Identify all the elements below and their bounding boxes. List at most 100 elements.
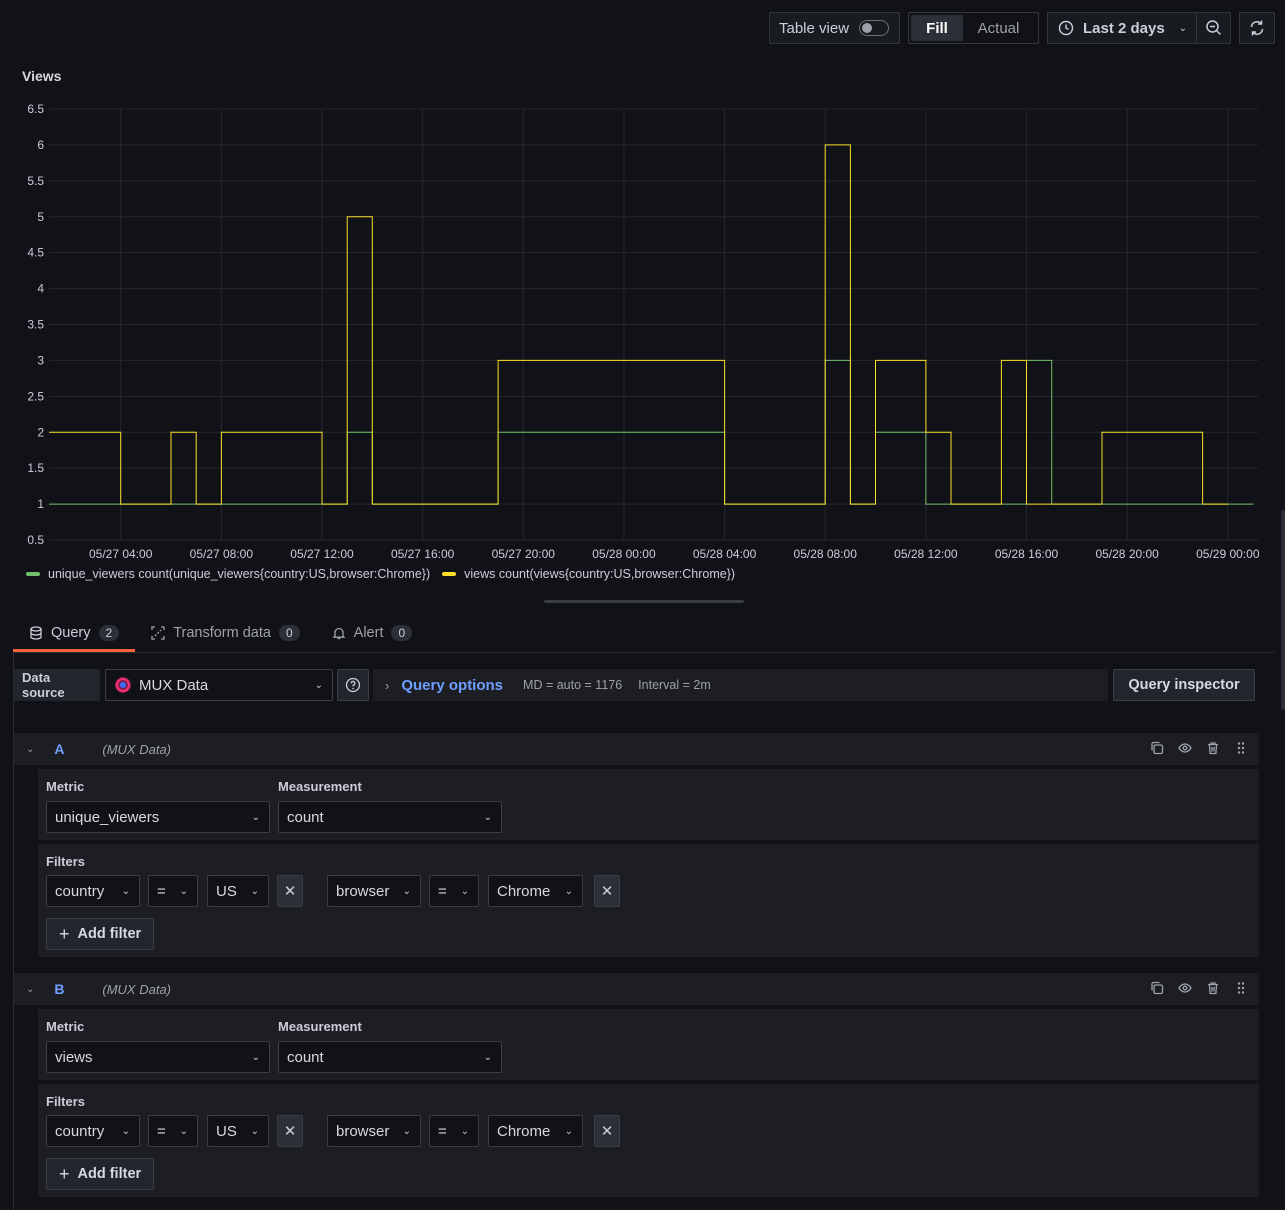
tab-count-badge: 2: [98, 624, 120, 641]
close-icon: ✕: [600, 883, 614, 900]
datasource-label: Data source: [14, 669, 100, 701]
datasource-help-button[interactable]: [337, 669, 369, 701]
editor-tabs: Query 2 Transform data 0 Alert 0: [13, 616, 428, 652]
x-tick-label: 05/27 20:00: [492, 547, 556, 560]
fill-option[interactable]: Fill: [911, 15, 963, 41]
chevron-down-icon: ⌄: [564, 1126, 573, 1137]
remove-filter-button[interactable]: ✕: [277, 1115, 303, 1147]
chart-legend: unique_viewers count(unique_viewers{coun…: [26, 567, 735, 581]
filter-operator-select[interactable]: = ⌄: [429, 1115, 479, 1147]
toggle-switch[interactable]: [859, 20, 890, 36]
eye-icon[interactable]: [1177, 980, 1193, 996]
filter-text: US: [216, 882, 237, 900]
time-range-picker[interactable]: Last 2 days ⌄: [1047, 12, 1197, 44]
filter-value-select[interactable]: Chrome ⌄: [488, 875, 583, 907]
measurement-value: count: [287, 1048, 324, 1066]
metric-value: unique_viewers: [55, 808, 160, 826]
query-row-header[interactable]: ⌄ A (MUX Data): [14, 733, 1259, 765]
remove-filter-button[interactable]: ✕: [594, 875, 620, 907]
filter-key-select[interactable]: browser ⌄: [327, 875, 421, 907]
tab-alert[interactable]: Alert 0: [316, 616, 429, 650]
metric-select[interactable]: unique_viewers ⌄: [46, 801, 270, 833]
collapse-chevron-icon[interactable]: ⌄: [26, 744, 34, 755]
drag-handle-icon[interactable]: [1233, 980, 1249, 996]
chevron-down-icon: ⌄: [402, 886, 411, 897]
legend-item-views[interactable]: views count(views{country:US,browser:Chr…: [442, 567, 735, 581]
fill-actual-switch: Fill Actual: [908, 12, 1039, 44]
remove-filter-button[interactable]: ✕: [277, 875, 303, 907]
y-tick-label: 5.5: [27, 174, 44, 188]
drag-handle-icon[interactable]: [1233, 740, 1249, 756]
query-options-label[interactable]: Query options: [401, 677, 503, 694]
tab-query[interactable]: Query 2: [13, 616, 136, 652]
add-filter-button[interactable]: + Add filter: [46, 1158, 155, 1190]
scrollbar[interactable]: [1281, 510, 1285, 710]
filter-operator-select[interactable]: = ⌄: [148, 1115, 198, 1147]
remove-filter-button[interactable]: ✕: [594, 1115, 620, 1147]
filter-text: US: [216, 1122, 237, 1140]
query-editor: Data source MUX Data ⌄ › Query options M…: [13, 653, 1275, 1210]
x-tick-label: 05/27 16:00: [391, 547, 455, 560]
max-data-points: MD = auto = 1176: [523, 678, 623, 692]
query-row-header[interactable]: ⌄ B (MUX Data): [14, 973, 1259, 1005]
datasource-row: Data source MUX Data ⌄ › Query options M…: [14, 668, 1276, 702]
legend-label: views count(views{country:US,browser:Chr…: [464, 567, 736, 581]
legend-item-unique-viewers[interactable]: unique_viewers count(unique_viewers{coun…: [26, 567, 430, 581]
filter-text: =: [438, 882, 447, 900]
tab-label: Transform data: [173, 625, 271, 641]
chevron-down-icon: ⌄: [314, 680, 323, 691]
chevron-down-icon: ⌄: [483, 1052, 492, 1063]
chevron-down-icon: ⌄: [250, 1126, 259, 1137]
metric-select[interactable]: views ⌄: [46, 1041, 270, 1073]
filter-value-select[interactable]: Chrome ⌄: [488, 1115, 583, 1147]
y-tick-label: 2: [37, 425, 44, 439]
refresh-icon: [1248, 19, 1266, 37]
eye-icon[interactable]: [1177, 740, 1193, 756]
measurement-label: Measurement: [278, 1019, 362, 1034]
query-ref-id[interactable]: B: [54, 981, 84, 997]
query-inspector-button[interactable]: Query inspector: [1113, 669, 1255, 701]
tab-label: Query: [51, 624, 91, 641]
filter-operator-select[interactable]: = ⌄: [429, 875, 479, 907]
tab-transform-data[interactable]: Transform data 0: [135, 616, 315, 650]
filter-text: =: [157, 1122, 166, 1140]
collapse-chevron-icon[interactable]: ⌄: [26, 984, 34, 995]
chevron-down-icon: ⌄: [251, 812, 260, 823]
table-view-toggle[interactable]: Table view: [769, 12, 900, 44]
measurement-select[interactable]: count ⌄: [278, 1041, 502, 1073]
filter-key-select[interactable]: browser ⌄: [327, 1115, 421, 1147]
actual-option[interactable]: Actual: [963, 15, 1034, 41]
datasource-value: MUX Data: [139, 676, 209, 694]
metric-section: Metric Measurement unique_viewers ⌄ coun…: [38, 769, 1259, 840]
x-tick-label: 05/28 16:00: [995, 547, 1059, 560]
duplicate-icon[interactable]: [1149, 740, 1165, 756]
filter-value-select[interactable]: US ⌄: [207, 875, 269, 907]
filter-text: browser: [336, 1122, 390, 1140]
refresh-button[interactable]: [1239, 12, 1275, 44]
measurement-select[interactable]: count ⌄: [278, 801, 502, 833]
y-tick-label: 4: [37, 282, 44, 296]
filter-operator-select[interactable]: = ⌄: [148, 875, 198, 907]
trash-icon[interactable]: [1205, 740, 1221, 756]
trash-icon[interactable]: [1205, 980, 1221, 996]
time-series-chart[interactable]: 0.5 1 1.5 2 2.5 3 3.5 4 4.5 5 5.5 6 6.5 05/27 04:00 05…: [0, 90, 1285, 560]
x-tick-label: 05/28 20:00: [1095, 547, 1159, 560]
duplicate-icon[interactable]: [1149, 980, 1165, 996]
filter-key-select[interactable]: country ⌄: [46, 875, 140, 907]
time-range-label: Last 2 days: [1083, 19, 1165, 37]
query-options-bar[interactable]: › Query options MD = auto = 1176 Interva…: [373, 669, 1108, 701]
chevron-down-icon: ⌄: [564, 886, 573, 897]
query-ref-id[interactable]: A: [54, 741, 84, 757]
chevron-down-icon: ⌄: [121, 1126, 130, 1137]
filter-key-select[interactable]: country ⌄: [46, 1115, 140, 1147]
clock-icon: [1058, 20, 1074, 36]
datasource-picker[interactable]: MUX Data ⌄: [105, 669, 333, 701]
filter-text: Chrome: [497, 882, 551, 900]
pane-resize-handle[interactable]: [544, 600, 744, 603]
add-filter-button[interactable]: + Add filter: [46, 918, 155, 950]
filters-section: Filters country ⌄ = ⌄ US ⌄ ✕ browser ⌄ = ⌄ Chrome ⌄ ✕…: [38, 844, 1259, 957]
zoom-out-button[interactable]: [1196, 12, 1231, 44]
x-tick-label: 05/27 04:00: [89, 547, 153, 560]
close-icon: ✕: [600, 1123, 614, 1140]
filter-value-select[interactable]: US ⌄: [207, 1115, 269, 1147]
